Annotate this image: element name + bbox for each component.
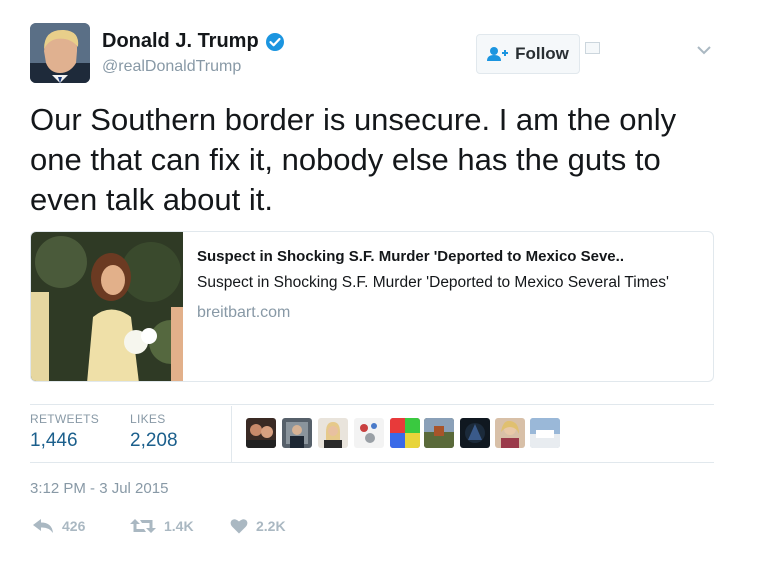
reply-icon: [33, 519, 53, 533]
like-button[interactable]: 2.2K: [230, 518, 286, 534]
tweet-timestamp[interactable]: 3:12 PM - 3 Jul 2015: [30, 480, 168, 497]
likes-label: LIKES: [130, 412, 166, 426]
tweet-text: Our Southern border is unsecure. I am th…: [30, 102, 677, 217]
stats-separator: [231, 406, 232, 462]
retweets-count: 1,446: [30, 430, 78, 451]
retweets-label: RETWEETS: [30, 412, 100, 426]
liker-avatar[interactable]: [495, 418, 525, 448]
like-count: 2.2K: [256, 518, 286, 534]
likes-stat[interactable]: LIKES 2,208: [130, 412, 178, 452]
chevron-down-icon[interactable]: [696, 44, 712, 56]
card-thumbnail: [31, 232, 183, 381]
verified-badge-icon: [265, 32, 284, 51]
card-description: Suspect in Shocking S.F. Murder 'Deporte…: [197, 274, 669, 291]
link-card[interactable]: Suspect in Shocking S.F. Murder 'Deporte…: [30, 231, 714, 382]
reply-button[interactable]: 426: [32, 518, 85, 534]
liker-avatar[interactable]: [390, 418, 420, 448]
liker-avatar[interactable]: [460, 418, 490, 448]
liker-avatar[interactable]: [354, 418, 384, 448]
retweet-count: 1.4K: [164, 518, 194, 534]
liker-avatar[interactable]: [282, 418, 312, 448]
divider: [30, 404, 714, 405]
card-title[interactable]: Suspect in Shocking S.F. Murder 'Deporte…: [197, 246, 702, 268]
card-domain[interactable]: breitbart.com: [197, 304, 702, 322]
author-name[interactable]: Donald J. Trump: [102, 30, 259, 53]
liker-avatar[interactable]: [246, 418, 276, 448]
embed-placeholder-icon: [585, 42, 600, 54]
retweet-icon: [130, 519, 156, 533]
author-handle[interactable]: @realDonaldTrump: [102, 58, 241, 76]
reply-count: 426: [62, 518, 86, 534]
author-name-row[interactable]: Donald J. Trump: [102, 30, 285, 53]
retweet-button[interactable]: 1.4K: [130, 518, 194, 534]
liker-avatar[interactable]: [424, 418, 454, 448]
card-body: Suspect in Shocking S.F. Murder 'Deporte…: [197, 246, 702, 322]
add-user-icon: [487, 47, 509, 61]
liker-avatar[interactable]: [530, 418, 560, 448]
author-avatar[interactable]: [30, 23, 90, 83]
divider: [30, 462, 714, 463]
likes-count: 2,208: [130, 430, 178, 451]
follow-label: Follow: [515, 44, 569, 63]
heart-icon: [230, 519, 248, 534]
retweets-stat[interactable]: RETWEETS 1,446: [30, 412, 99, 452]
liker-avatar[interactable]: [318, 418, 348, 448]
follow-button[interactable]: Follow: [476, 34, 580, 74]
